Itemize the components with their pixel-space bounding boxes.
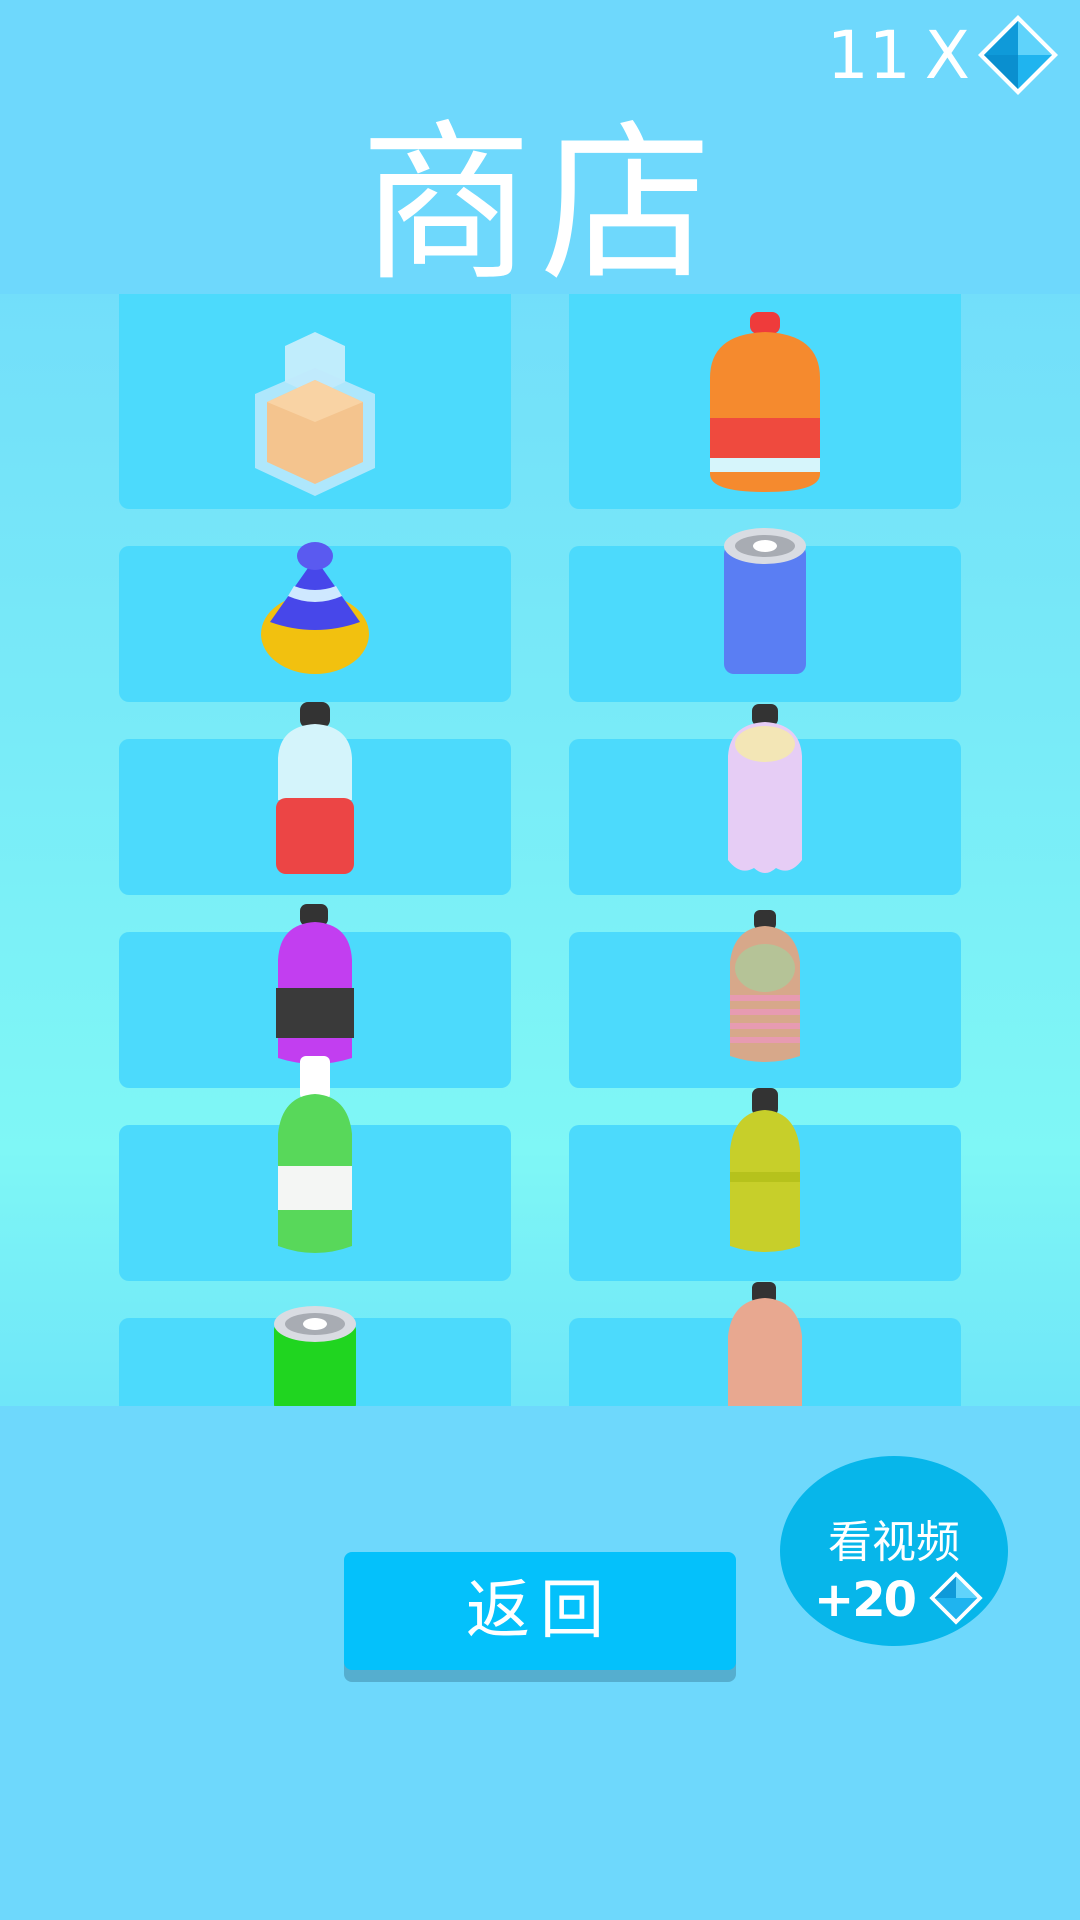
ribbed-rainbow-bottle-icon[interactable]: [722, 908, 808, 1068]
blue-can-icon[interactable]: [720, 526, 810, 682]
cone-bottle-blue-yellow-icon[interactable]: [258, 538, 372, 678]
diamond-icon: [978, 15, 1058, 95]
header: 11 X 商店: [0, 0, 1080, 305]
gem-counter: 11 X: [827, 12, 1060, 98]
video-label: 看视频: [828, 1517, 960, 1568]
watch-video-button[interactable]: 看视频 +20: [780, 1456, 1008, 1646]
yellow-green-bottle-icon[interactable]: [724, 1086, 806, 1258]
purple-black-bottle-icon[interactable]: [268, 900, 362, 1068]
video-reward: +20: [814, 1572, 917, 1628]
water-bottle-red-icon[interactable]: [270, 698, 360, 880]
diamond-icon: [929, 1571, 983, 1625]
green-can-icon[interactable]: [272, 1304, 358, 1406]
footer: 返回 看视频 +20: [0, 1406, 1080, 1920]
iridescent-bottle-icon[interactable]: [720, 700, 810, 880]
back-button[interactable]: 返回: [344, 1552, 736, 1670]
perfume-bottle-icon[interactable]: [245, 322, 385, 502]
gem-count: 11: [826, 16, 911, 94]
peach-bottle-icon[interactable]: [722, 1280, 808, 1406]
orange-jug-icon[interactable]: [700, 308, 830, 498]
gem-multiplier: X: [924, 16, 970, 94]
shop-list[interactable]: [0, 294, 1080, 1406]
page-title: 商店: [360, 104, 720, 305]
green-white-bottle-icon[interactable]: [270, 1056, 360, 1258]
